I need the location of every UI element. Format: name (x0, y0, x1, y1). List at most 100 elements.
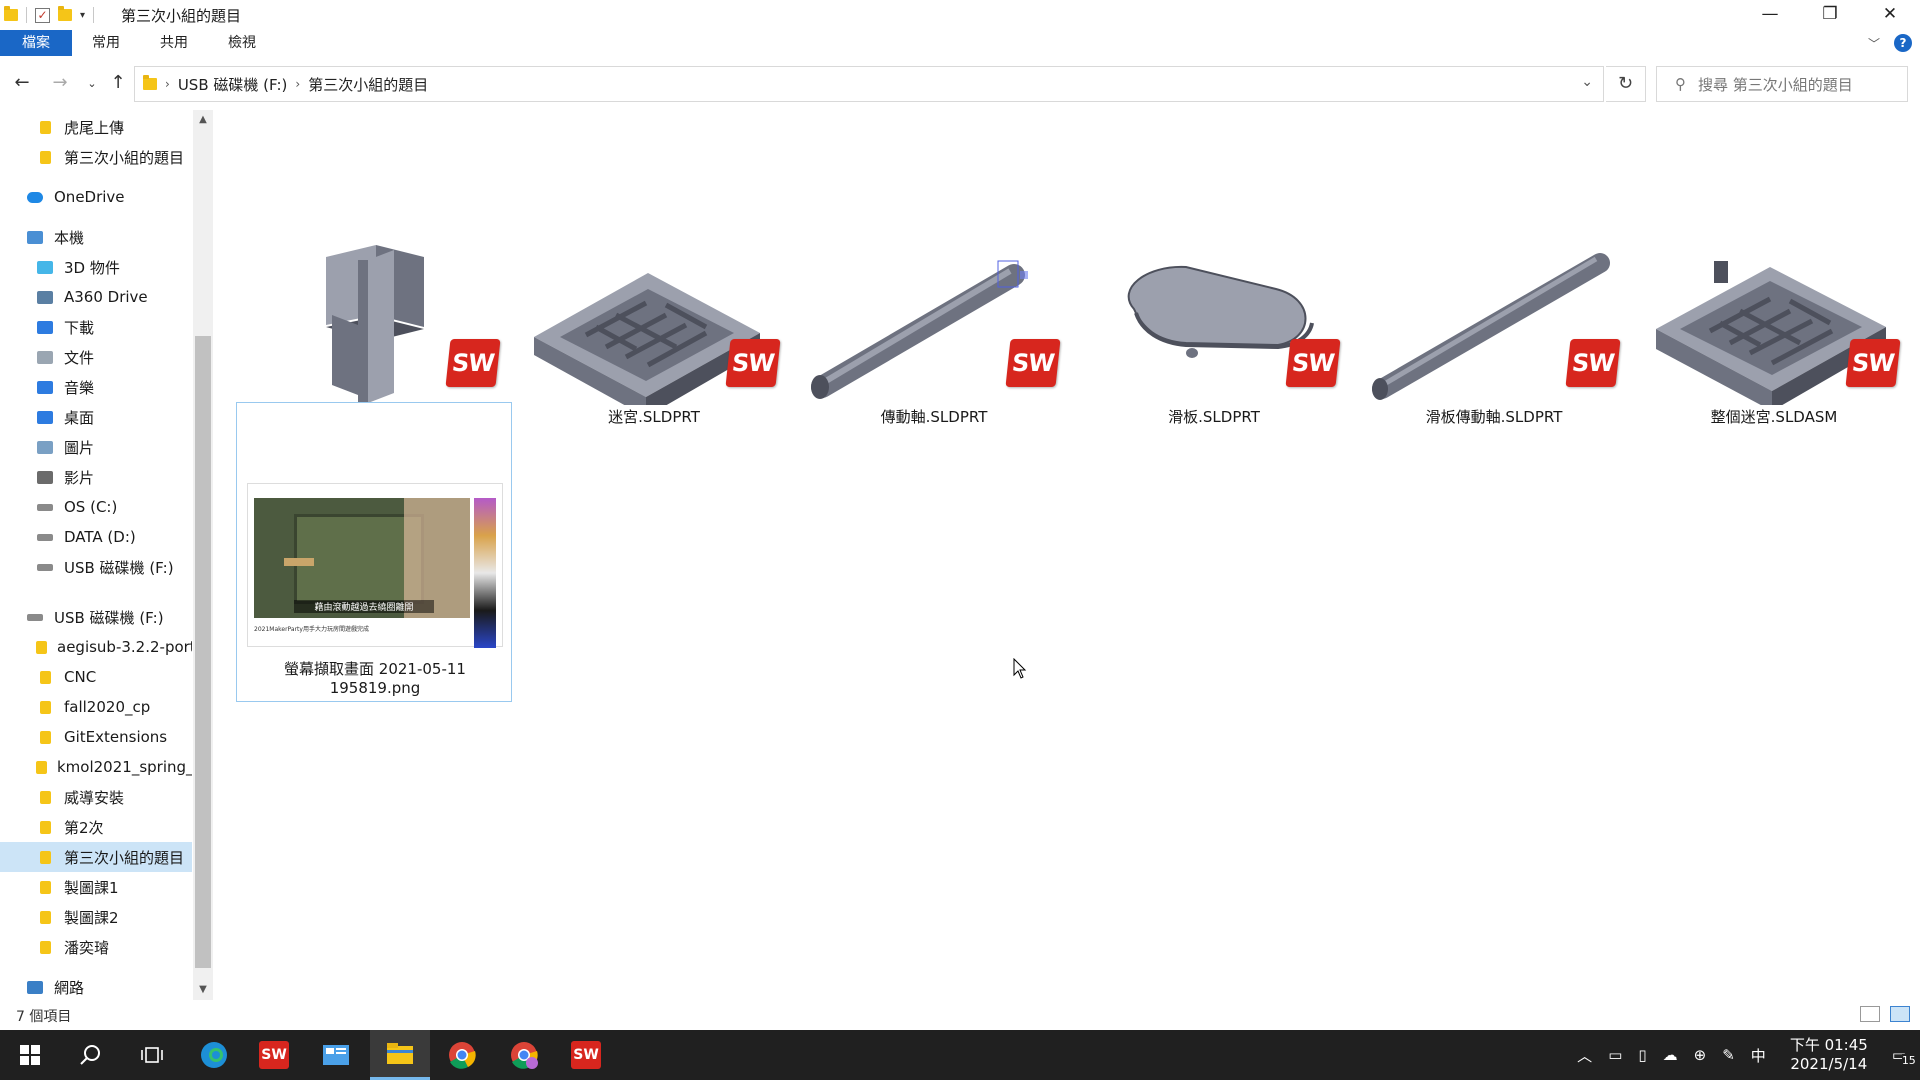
tab-view[interactable]: 檢視 (208, 30, 276, 56)
sidebar-item[interactable]: A360 Drive (0, 282, 192, 312)
up-arrow-icon[interactable]: ↑ (106, 72, 130, 93)
help-icon[interactable]: ? (1894, 34, 1912, 52)
sidebar-item[interactable]: 音樂 (0, 372, 192, 402)
solidworks-badge-icon: SW (1565, 339, 1621, 387)
network-tray-icon[interactable]: ⊕ (1694, 1046, 1707, 1064)
sidebar-item[interactable]: 潘奕璿 (0, 932, 192, 962)
sidebar-item-label: A360 Drive (64, 288, 148, 306)
pictures-icon (36, 440, 54, 454)
sidebar-item[interactable]: kmol2021_spring_ (0, 752, 192, 782)
expand-ribbon-icon[interactable]: ﹀ (1868, 35, 1880, 52)
task-view-icon[interactable] (122, 1030, 182, 1080)
taskbar: ︿ ▭ ▯ ☁ ⊕ ✎ 中 下午 01:45 2021/5/14 ▭ 15 SW S… (0, 1030, 1920, 1080)
sidebar-item[interactable]: DATA (D:) (0, 522, 192, 552)
show-hidden-icons-icon[interactable]: ︿ (1577, 1045, 1592, 1066)
sidebar-item[interactable]: 本機 (0, 222, 192, 252)
navigation-pane-scrollbar[interactable]: ▲ ▼ (193, 110, 213, 1000)
chrome-profile-icon[interactable] (494, 1030, 554, 1080)
folder-icon (143, 75, 157, 90)
sidebar-item[interactable]: 桌面 (0, 402, 192, 432)
sidebar-item[interactable]: 製圖課1 (0, 872, 192, 902)
onedrive-tray-icon[interactable]: ☁ (1663, 1046, 1678, 1064)
sidebar-item[interactable]: 威導安裝 (0, 782, 192, 812)
sidebar-item[interactable]: 文件 (0, 342, 192, 372)
scrollbar-thumb[interactable] (195, 336, 211, 968)
tab-home[interactable]: 常用 (72, 30, 140, 56)
solidworks-file-tile[interactable]: SW 迷宮.SLDPRT (516, 205, 792, 495)
minimize-button[interactable]: — (1740, 0, 1800, 30)
breadcrumb-usb-drive[interactable]: USB 磁碟機 (F:) (178, 74, 288, 95)
solidworks-2016-icon[interactable]: SW (244, 1030, 304, 1080)
solidworks-file-tile[interactable]: SW 傳動軸.SLDPRT (796, 205, 1072, 495)
customize-toolbar-icon[interactable]: ▾ (80, 10, 85, 21)
sidebar-item[interactable]: 圖片 (0, 432, 192, 462)
sidebar-item-label: GitExtensions (64, 728, 168, 746)
ime-indicator[interactable]: 中 (1751, 1045, 1766, 1066)
sidebar-item[interactable]: aegisub-3.2.2-port (0, 632, 192, 662)
sidebar-item[interactable]: CNC (0, 662, 192, 692)
clock-time: 下午 01:45 (1789, 1036, 1868, 1054)
windows-start-icon[interactable] (0, 1030, 60, 1080)
sidebar-item[interactable]: 第2次 (0, 812, 192, 842)
back-arrow-icon[interactable]: ← (10, 72, 34, 93)
maximize-button[interactable]: ❐ (1800, 0, 1860, 30)
search-icon[interactable] (60, 1030, 120, 1080)
edge-icon[interactable] (184, 1030, 244, 1080)
address-history-dropdown-icon[interactable]: ⌄ (1581, 74, 1593, 90)
solidworks-file-tile[interactable]: SW 滑板.SLDPRT (1076, 205, 1352, 495)
sidebar-item[interactable]: 3D 物件 (0, 252, 192, 282)
ribbon-controls: ﹀ ? (1868, 34, 1912, 52)
sidebar-item[interactable]: GitExtensions (0, 722, 192, 752)
scroll-down-icon[interactable]: ▼ (193, 984, 213, 995)
address-bar[interactable]: › USB 磁碟機 (F:) › 第三次小組的題目 ⌄ (134, 66, 1604, 102)
pen-icon[interactable]: ✎ (1722, 1046, 1735, 1064)
divider (26, 7, 27, 23)
solidworks-file-tile[interactable]: SW 滑板傳動軸.SLDPRT (1356, 205, 1632, 495)
action-center-icon[interactable]: ▭ 15 (1892, 1046, 1916, 1067)
details-view-icon[interactable] (1860, 1006, 1880, 1022)
sidebar-item[interactable]: fall2020_cp (0, 692, 192, 722)
clock[interactable]: 下午 01:45 2021/5/14 (1790, 1036, 1868, 1074)
sidebar-item[interactable]: USB 磁碟機 (F:) (0, 552, 192, 582)
file-name-label: 滑板傳動軸.SLDPRT (1425, 408, 1563, 426)
sidebar-item[interactable]: 第三次小組的題目 (0, 842, 192, 872)
sidebar-item[interactable]: 網路 (0, 972, 192, 1000)
meet-now-icon[interactable]: ▭ (1608, 1046, 1622, 1064)
chrome-icon[interactable] (432, 1030, 492, 1080)
sidebar-item[interactable]: OneDrive (0, 182, 192, 212)
folder-icon (36, 760, 47, 774)
sidebar-item-label: fall2020_cp (64, 698, 151, 716)
sidebar-item[interactable]: 第三次小組的題目 (0, 142, 192, 172)
sidebar-item[interactable]: USB 磁碟機 (F:) (0, 602, 192, 632)
search-placeholder: 搜尋 第三次小組的題目 (1698, 75, 1853, 94)
usb-eject-icon[interactable]: ▯ (1638, 1046, 1646, 1064)
videos-icon (36, 470, 54, 484)
sidebar-item[interactable]: 製圖課2 (0, 902, 192, 932)
tab-share[interactable]: 共用 (140, 30, 208, 56)
file-thumbnail: SW (1356, 205, 1632, 405)
solidworks-file-tile[interactable]: SW 整個迷宮.SLDASM (1636, 205, 1912, 495)
sidebar-item-label: 第三次小組的題目 (64, 148, 185, 167)
forward-arrow-icon[interactable]: → (48, 72, 72, 93)
breadcrumb-current-folder[interactable]: 第三次小組的題目 (308, 74, 428, 95)
sidebar-item[interactable]: OS (C:) (0, 492, 192, 522)
sidebar-item-label: kmol2021_spring_ (57, 758, 192, 776)
search-input[interactable]: ⚲ 搜尋 第三次小組的題目 (1656, 66, 1908, 102)
chevron-right-icon[interactable]: › (165, 77, 170, 91)
large-icons-view-icon[interactable] (1890, 1006, 1910, 1022)
tab-file[interactable]: 檔案 (0, 30, 72, 56)
properties-check-icon[interactable]: ✓ (35, 7, 50, 23)
sidebar-item[interactable]: 虎尾上傳 (0, 112, 192, 142)
new-folder-icon[interactable] (58, 6, 72, 21)
chevron-right-icon[interactable]: › (295, 77, 300, 91)
control-panel-icon[interactable] (306, 1030, 366, 1080)
close-button[interactable]: ✕ (1860, 0, 1920, 30)
file-explorer-icon[interactable] (370, 1030, 430, 1080)
sidebar-item[interactable]: 下載 (0, 312, 192, 342)
scroll-up-icon[interactable]: ▲ (193, 114, 213, 125)
sidebar-item[interactable]: 影片 (0, 462, 192, 492)
image-file-tile[interactable]: 藉由滾動越過去繞圈離開 2021MakerParty用手大力玩房間遊戲完成 螢幕… (236, 402, 512, 702)
recent-locations-icon[interactable]: ⌄ (80, 77, 104, 90)
solidworks-2016-icon-2[interactable]: SW (556, 1030, 616, 1080)
refresh-button[interactable]: ↻ (1606, 66, 1646, 102)
